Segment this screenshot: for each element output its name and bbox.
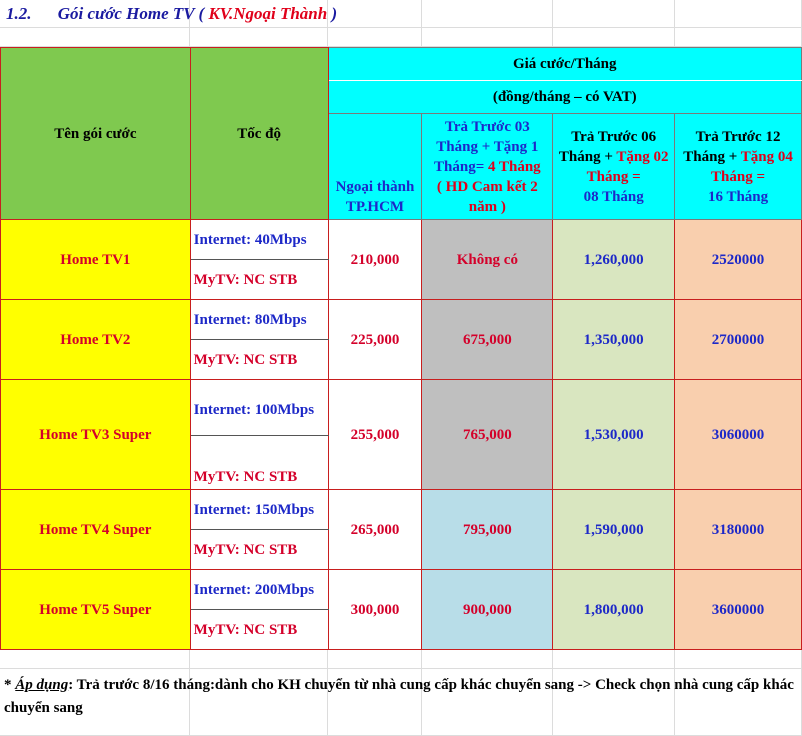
prepay-6-price: 1,350,000 bbox=[552, 299, 676, 380]
prepay-12-price: 3060000 bbox=[674, 379, 802, 490]
prepay-3-price: Không có bbox=[421, 219, 554, 300]
internet-speed: Internet: 150Mbps bbox=[189, 489, 329, 530]
table-row: Home TV4 Super Internet: 150Mbps 265,000… bbox=[0, 489, 802, 570]
footnote-star: * bbox=[4, 677, 16, 693]
footnote-label: Áp dụng bbox=[15, 677, 69, 693]
internet-speed: Internet: 200Mbps bbox=[189, 569, 329, 610]
header-speed: Tốc độ bbox=[189, 47, 329, 220]
internet-speed: Internet: 80Mbps bbox=[189, 299, 329, 340]
footnote-text: : Trả trước 8/16 tháng:dành cho KH chuyể… bbox=[4, 677, 794, 716]
prepay-3-price: 900,000 bbox=[421, 569, 554, 650]
header-prepay-3: Trả Trước 03 Tháng + Tặng 1 Tháng= 4 Thá… bbox=[421, 113, 554, 220]
package-name: Home TV5 Super bbox=[0, 569, 191, 650]
prepay-12-price: 2520000 bbox=[674, 219, 802, 300]
monthly-price: 300,000 bbox=[327, 569, 423, 650]
prepay-12-price: 3600000 bbox=[674, 569, 802, 650]
header-package-name: Tên gói cước bbox=[0, 47, 191, 220]
section-region: KV.Ngoại Thành bbox=[208, 4, 328, 23]
monthly-price: 265,000 bbox=[327, 489, 423, 570]
footnote: * Áp dụng: Trả trước 8/16 tháng:dành cho… bbox=[4, 674, 796, 720]
mytv-box: MyTV: NC STB bbox=[189, 339, 329, 380]
prepay-12-price: 2700000 bbox=[674, 299, 802, 380]
table-row: Home TV3 Super Internet: 100Mbps 255,000… bbox=[0, 379, 802, 490]
prepay-3-price: 795,000 bbox=[421, 489, 554, 570]
header-price-group: Giá cước/Tháng bbox=[327, 47, 802, 81]
prepay-6-price: 1,530,000 bbox=[552, 379, 676, 490]
package-name: Home TV4 Super bbox=[0, 489, 191, 570]
table-row: Home TV2 Internet: 80Mbps 225,000 675,00… bbox=[0, 299, 802, 380]
package-name: Home TV2 bbox=[0, 299, 191, 380]
internet-speed: Internet: 40Mbps bbox=[189, 219, 329, 260]
internet-speed: Internet: 100Mbps bbox=[189, 379, 329, 436]
header-prepay-12: Trả Trước 12 Tháng + Tặng 04 Tháng = 16 T… bbox=[674, 113, 802, 220]
price-table: Tên gói cước Tốc độ Giá cước/Tháng (đồng… bbox=[0, 47, 802, 650]
prepay-12-price: 3180000 bbox=[674, 489, 802, 570]
header-price-unit: (đồng/tháng – có VAT) bbox=[327, 80, 802, 114]
section-title-close: ) bbox=[331, 4, 338, 23]
prepay-6-price: 1,590,000 bbox=[552, 489, 676, 570]
mytv-box: MyTV: NC STB bbox=[189, 259, 329, 300]
monthly-price: 255,000 bbox=[327, 379, 423, 490]
monthly-price: 210,000 bbox=[327, 219, 423, 300]
header-region: Ngoại thành TP.HCM bbox=[327, 113, 423, 220]
table-row: Home TV1 Internet: 40Mbps 210,000 Không … bbox=[0, 219, 802, 300]
mytv-box: MyTV: NC STB bbox=[189, 609, 329, 650]
package-name: Home TV3 Super bbox=[0, 379, 191, 490]
prepay-6-price: 1,260,000 bbox=[552, 219, 676, 300]
prepay-3-price: 765,000 bbox=[421, 379, 554, 490]
section-title: Gói cước Home TV ( bbox=[57, 4, 205, 23]
section-number: 1.2. bbox=[6, 4, 32, 23]
section-heading: 1.2. Gói cước Home TV ( KV.Ngoại Thành ) bbox=[6, 4, 337, 24]
prepay-3-price: 675,000 bbox=[421, 299, 554, 380]
prepay-6-price: 1,800,000 bbox=[552, 569, 676, 650]
table-row: Home TV5 Super Internet: 200Mbps 300,000… bbox=[0, 569, 802, 650]
mytv-box: MyTV: NC STB bbox=[189, 529, 329, 570]
header-prepay-6: Trả Trước 06 Tháng + Tặng 02 Tháng = 08 T… bbox=[552, 113, 676, 220]
mytv-box: MyTV: NC STB bbox=[189, 435, 329, 490]
monthly-price: 225,000 bbox=[327, 299, 423, 380]
package-name: Home TV1 bbox=[0, 219, 191, 300]
